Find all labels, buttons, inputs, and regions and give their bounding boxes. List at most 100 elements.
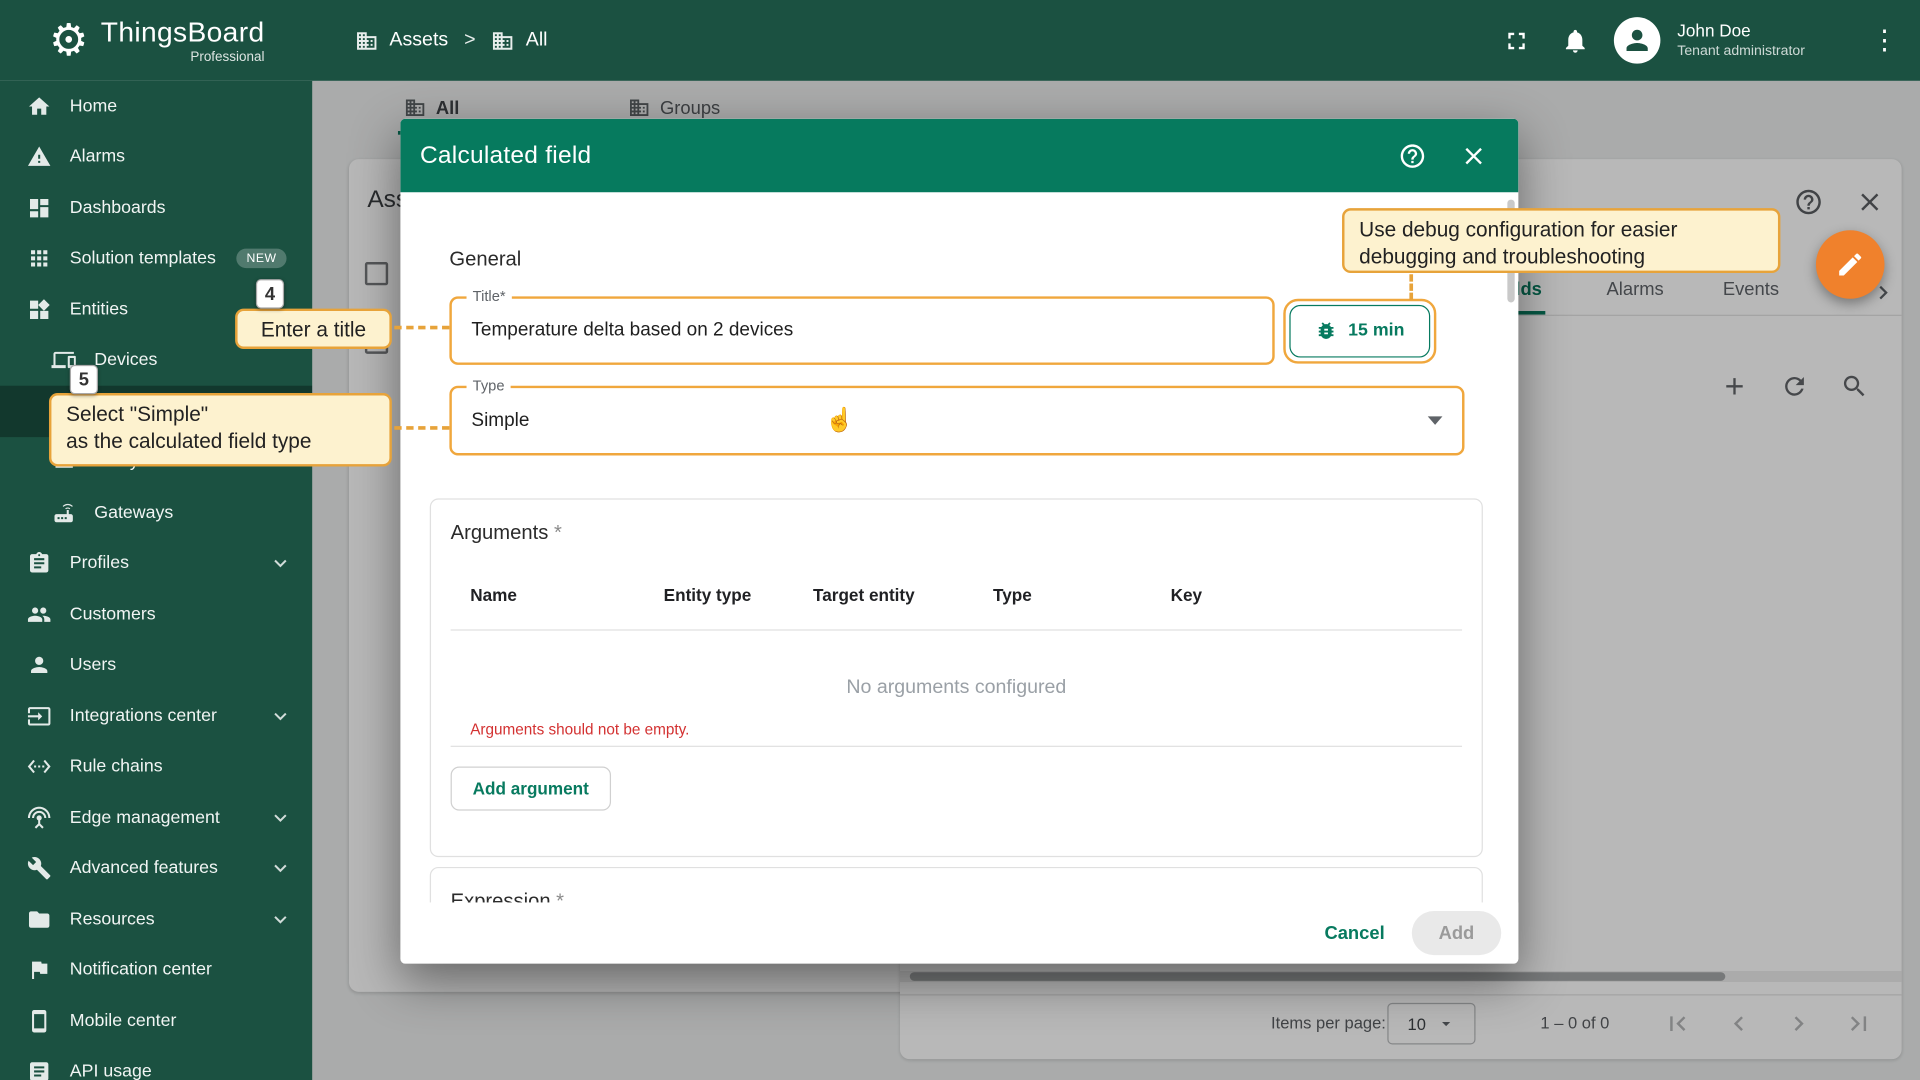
- user-menu-kebab-icon[interactable]: ⋮: [1871, 24, 1898, 56]
- expression-section-label: Expression *: [451, 888, 1462, 903]
- user-avatar[interactable]: [1614, 17, 1661, 64]
- app-title: ThingsBoard: [101, 16, 265, 49]
- document-icon: [27, 1059, 51, 1080]
- app-subtitle: Professional: [190, 50, 264, 65]
- sidebar-item-profiles[interactable]: Profiles: [0, 538, 312, 589]
- new-badge: NEW: [237, 249, 287, 269]
- fullscreen-icon: [1503, 26, 1531, 54]
- column-entity-type: Entity type: [664, 585, 813, 605]
- chevron-down-icon: [268, 551, 292, 575]
- home-icon: [27, 94, 51, 118]
- smartphone-icon: [27, 1009, 51, 1033]
- user-name: John Doe: [1677, 21, 1805, 42]
- tutorial-callout-enter-title: Enter a title: [235, 309, 392, 349]
- edge-antenna-icon: [27, 805, 51, 829]
- breadcrumb-assets[interactable]: Assets: [389, 29, 448, 51]
- assets-building-icon: [355, 29, 378, 52]
- dialog-close-button[interactable]: [1452, 135, 1494, 177]
- breadcrumb: Assets > All: [355, 0, 547, 81]
- app-root: ⚙ ThingsBoard Professional Assets > All …: [0, 0, 1920, 1080]
- topbar: ⚙ ThingsBoard Professional Assets > All …: [0, 0, 1920, 81]
- rule-chains-icon: [27, 755, 51, 779]
- chevron-down-icon: [268, 805, 292, 829]
- sidebar: Home Alarms Dashboards Solution template…: [0, 81, 312, 1080]
- type-field-label: Type: [467, 377, 511, 394]
- title-field-label: Title*: [467, 288, 512, 305]
- dialog-header: Calculated field: [400, 119, 1518, 192]
- sidebar-item-rule-chains[interactable]: Rule chains: [0, 741, 312, 792]
- type-field-value: Simple: [452, 388, 1462, 453]
- breadcrumb-all[interactable]: All: [526, 29, 548, 51]
- column-key: Key: [1171, 585, 1462, 605]
- sidebar-item-gateways[interactable]: Gateways: [0, 487, 312, 538]
- expression-section: Expression *: [430, 867, 1483, 903]
- add-button[interactable]: Add: [1412, 911, 1502, 955]
- edit-fab-button[interactable]: [1816, 230, 1885, 299]
- dialog-title: Calculated field: [420, 141, 591, 169]
- integrations-icon: [27, 704, 51, 728]
- sidebar-item-solution-templates[interactable]: Solution templatesNEW: [0, 233, 312, 284]
- select-caret-icon: [1428, 416, 1443, 425]
- title-field[interactable]: Title* Temperature delta based on 2 devi…: [449, 296, 1274, 365]
- sidebar-item-edge-management[interactable]: Edge management: [0, 792, 312, 843]
- column-target-entity: Target entity: [813, 585, 993, 605]
- bell-icon: [1562, 26, 1590, 54]
- tutorial-step-4-badge: 4: [256, 279, 284, 308]
- debug-settings-button[interactable]: 15 min: [1289, 304, 1430, 357]
- general-section-label: General: [449, 246, 1482, 273]
- sidebar-item-customers[interactable]: Customers: [0, 589, 312, 640]
- empty-state-text: No arguments configured: [846, 677, 1066, 699]
- arguments-table-header: Name Entity type Target entity Type Key: [451, 561, 1462, 631]
- bug-icon: [1315, 320, 1337, 342]
- person-icon: [1621, 24, 1653, 56]
- column-type: Type: [993, 585, 1171, 605]
- required-mark: *: [556, 890, 564, 902]
- tutorial-step-5-badge: 5: [70, 365, 98, 394]
- profiles-icon: [27, 551, 51, 575]
- add-argument-button[interactable]: Add argument: [451, 767, 611, 811]
- close-icon: [1459, 141, 1487, 169]
- logo-gear-icon: ⚙: [49, 18, 89, 62]
- breadcrumb-separator: >: [464, 29, 475, 51]
- customers-icon: [27, 602, 51, 626]
- cursor-hand-icon: ☝: [825, 405, 854, 434]
- tutorial-callout-debug-config: Use debug configuration for easier debug…: [1342, 208, 1780, 273]
- users-icon: [27, 653, 51, 677]
- all-building-icon: [491, 29, 514, 52]
- chevron-down-icon: [268, 856, 292, 880]
- sidebar-item-integrations-center[interactable]: Integrations center: [0, 691, 312, 742]
- fullscreen-button[interactable]: [1496, 20, 1538, 62]
- sidebar-item-alarms[interactable]: Alarms: [0, 132, 312, 183]
- sidebar-item-dashboards[interactable]: Dashboards: [0, 182, 312, 233]
- wrench-icon: [27, 856, 51, 880]
- pencil-icon: [1836, 250, 1865, 279]
- apps-icon: [27, 246, 51, 270]
- sidebar-item-notification-center[interactable]: Notification center: [0, 945, 312, 996]
- widgets-icon: [27, 297, 51, 321]
- arguments-section-label: Arguments *: [451, 519, 1462, 546]
- title-field-value: Temperature delta based on 2 devices: [452, 299, 1272, 363]
- debug-highlight-ring: 15 min: [1283, 298, 1436, 363]
- dashboards-icon: [27, 196, 51, 220]
- required-mark: *: [554, 522, 562, 544]
- tutorial-connector-debug: [1409, 274, 1413, 300]
- sidebar-item-advanced-features[interactable]: Advanced features: [0, 843, 312, 894]
- dialog-footer: Cancel Add: [400, 902, 1518, 963]
- tutorial-connector-step5: [394, 426, 449, 430]
- sidebar-item-users[interactable]: Users: [0, 640, 312, 691]
- type-select-field[interactable]: Type Simple ☝: [449, 386, 1464, 456]
- arguments-error-text: Arguments should not be empty.: [470, 721, 689, 738]
- sidebar-item-resources[interactable]: Resources: [0, 894, 312, 945]
- warning-icon: [27, 145, 51, 169]
- sidebar-item-mobile-center[interactable]: Mobile center: [0, 996, 312, 1047]
- dialog-help-button[interactable]: [1391, 135, 1433, 177]
- arguments-empty-state: No arguments configured Arguments should…: [451, 631, 1462, 747]
- folder-icon: [27, 907, 51, 931]
- gateways-icon: [51, 501, 75, 525]
- notifications-button[interactable]: [1555, 20, 1597, 62]
- sidebar-item-api-usage[interactable]: API usage: [0, 1046, 312, 1080]
- sidebar-item-home[interactable]: Home: [0, 81, 312, 132]
- user-role: Tenant administrator: [1677, 42, 1805, 60]
- cancel-button[interactable]: Cancel: [1324, 923, 1384, 944]
- arguments-section: Arguments * Name Entity type Target enti…: [430, 498, 1483, 857]
